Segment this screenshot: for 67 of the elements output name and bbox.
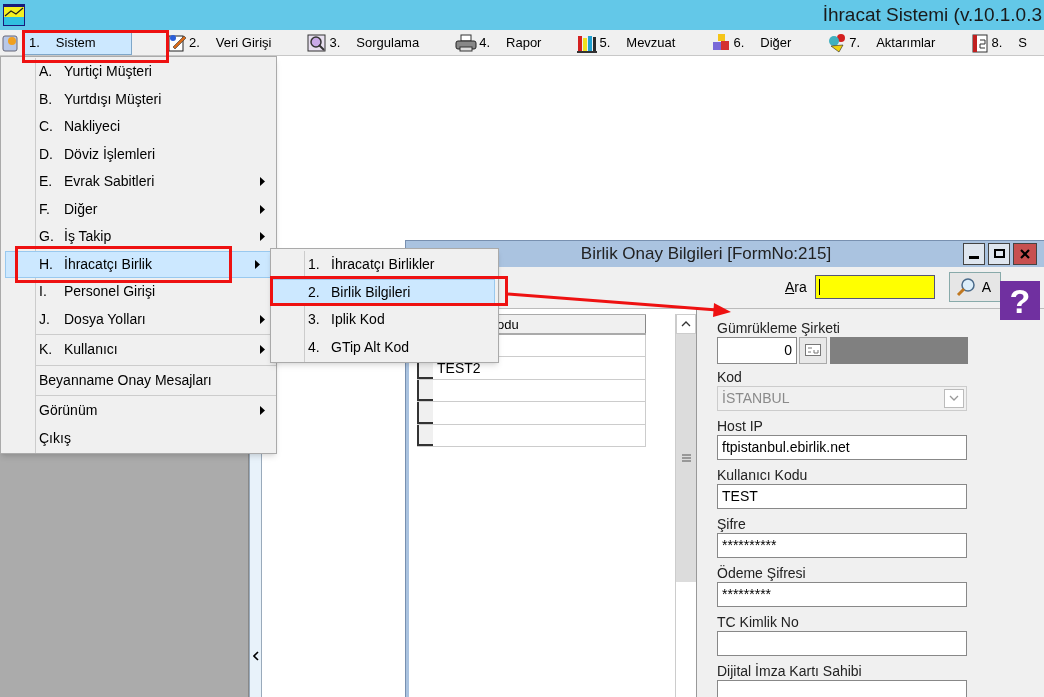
menu-option[interactable]: J. Dosya Yolları <box>36 305 276 333</box>
app-logo-icon <box>3 4 25 26</box>
menu-item[interactable]: 8. S <box>970 30 1028 55</box>
menu-item[interactable]: 5. Mevzuat <box>576 30 677 55</box>
field-label: Şifre <box>717 514 747 533</box>
menu-item[interactable]: 3. Sorgulama <box>306 30 421 55</box>
scrollbar[interactable] <box>675 313 696 697</box>
field-label: Kullanıcı Kodu <box>717 465 809 484</box>
search-label: Ara <box>785 277 807 297</box>
maximize-icon <box>993 249 1005 259</box>
row-indicator[interactable] <box>417 424 433 446</box>
menu-option[interactable]: K. Kullanıcı <box>36 336 276 364</box>
menu-option[interactable]: Beyanname Onay Mesajları <box>36 366 276 394</box>
menu-item[interactable]: 7. Aktarımlar <box>826 30 937 55</box>
text-field[interactable] <box>717 679 967 697</box>
chevron-up-icon <box>681 320 691 327</box>
minimize-button[interactable] <box>963 242 985 265</box>
window-icon <box>2 32 20 53</box>
menu-option[interactable]: C. Nakliyeci <box>36 113 276 141</box>
close-button[interactable] <box>1013 242 1037 265</box>
menu-option[interactable]: 1. İhracatçı Birlikler <box>305 251 498 279</box>
search-field[interactable] <box>814 275 935 299</box>
maximize-button[interactable] <box>988 242 1010 265</box>
field-label: Ödeme Şifresi <box>717 563 807 582</box>
menu-item[interactable]: 2. Veri Girişi <box>166 30 273 55</box>
menu-option[interactable]: 3. Iplik Kod <box>305 306 498 334</box>
menu-option[interactable]: Çıkış <box>36 424 276 452</box>
field-label: Kod <box>717 367 743 386</box>
blocks-icon <box>711 32 732 53</box>
notepad-pencil-icon <box>167 32 187 53</box>
form-icon <box>805 344 821 356</box>
menu-option[interactable]: H. İhracatçı Birlik <box>5 250 271 278</box>
close-icon <box>1020 248 1030 259</box>
chevron-down-icon <box>949 395 959 401</box>
menu-option[interactable]: D. Döviz İşlemleri <box>36 140 276 168</box>
row-indicator[interactable] <box>417 379 433 401</box>
field-label: Dijital İmza Kartı Sahibi <box>717 661 863 680</box>
menu-option[interactable]: B. Yurtdışı Müşteri <box>36 85 276 113</box>
row-indicator[interactable] <box>417 402 433 424</box>
field-label: Host IP <box>717 416 764 435</box>
field-label: Gümrükleme Şirketi <box>717 318 841 337</box>
figure-icon <box>827 32 848 53</box>
menu-option[interactable]: G. İş Takip <box>36 223 276 251</box>
window-title: İhracat Sistemi (v.10.1.0.3 <box>822 2 1043 27</box>
search-icon <box>955 277 976 297</box>
text-field[interactable] <box>717 630 967 656</box>
text-field[interactable]: ********* <box>717 581 967 607</box>
menu-item[interactable]: 4. Rapor <box>454 30 543 55</box>
search-button[interactable]: A <box>948 272 1001 302</box>
menu-option[interactable]: A. Yurtiçi Müşteri <box>36 58 276 86</box>
printer-icon <box>455 32 478 53</box>
menu-item[interactable]: 6. Diğer <box>710 30 793 55</box>
help-badge[interactable]: ? <box>1000 281 1040 320</box>
text-field[interactable]: ********** <box>717 532 967 558</box>
menu-option[interactable]: E. Evrak Sabitleri <box>36 168 276 196</box>
lookup-button[interactable] <box>799 336 827 364</box>
menu-option[interactable]: Görünüm <box>36 397 276 425</box>
menu-option[interactable]: F. Diğer <box>36 195 276 223</box>
grip-icon <box>681 453 691 462</box>
minimize-icon <box>969 255 979 259</box>
number-field[interactable]: 0 <box>717 336 797 364</box>
chevron-left-icon <box>252 651 259 661</box>
text-field[interactable]: TEST <box>717 483 967 509</box>
text-field[interactable]: ftpistanbul.ebirlik.net <box>717 434 967 460</box>
calendar-icon <box>971 32 990 53</box>
field-label: TC Kimlik No <box>717 612 800 631</box>
magnifier-icon <box>307 32 328 53</box>
